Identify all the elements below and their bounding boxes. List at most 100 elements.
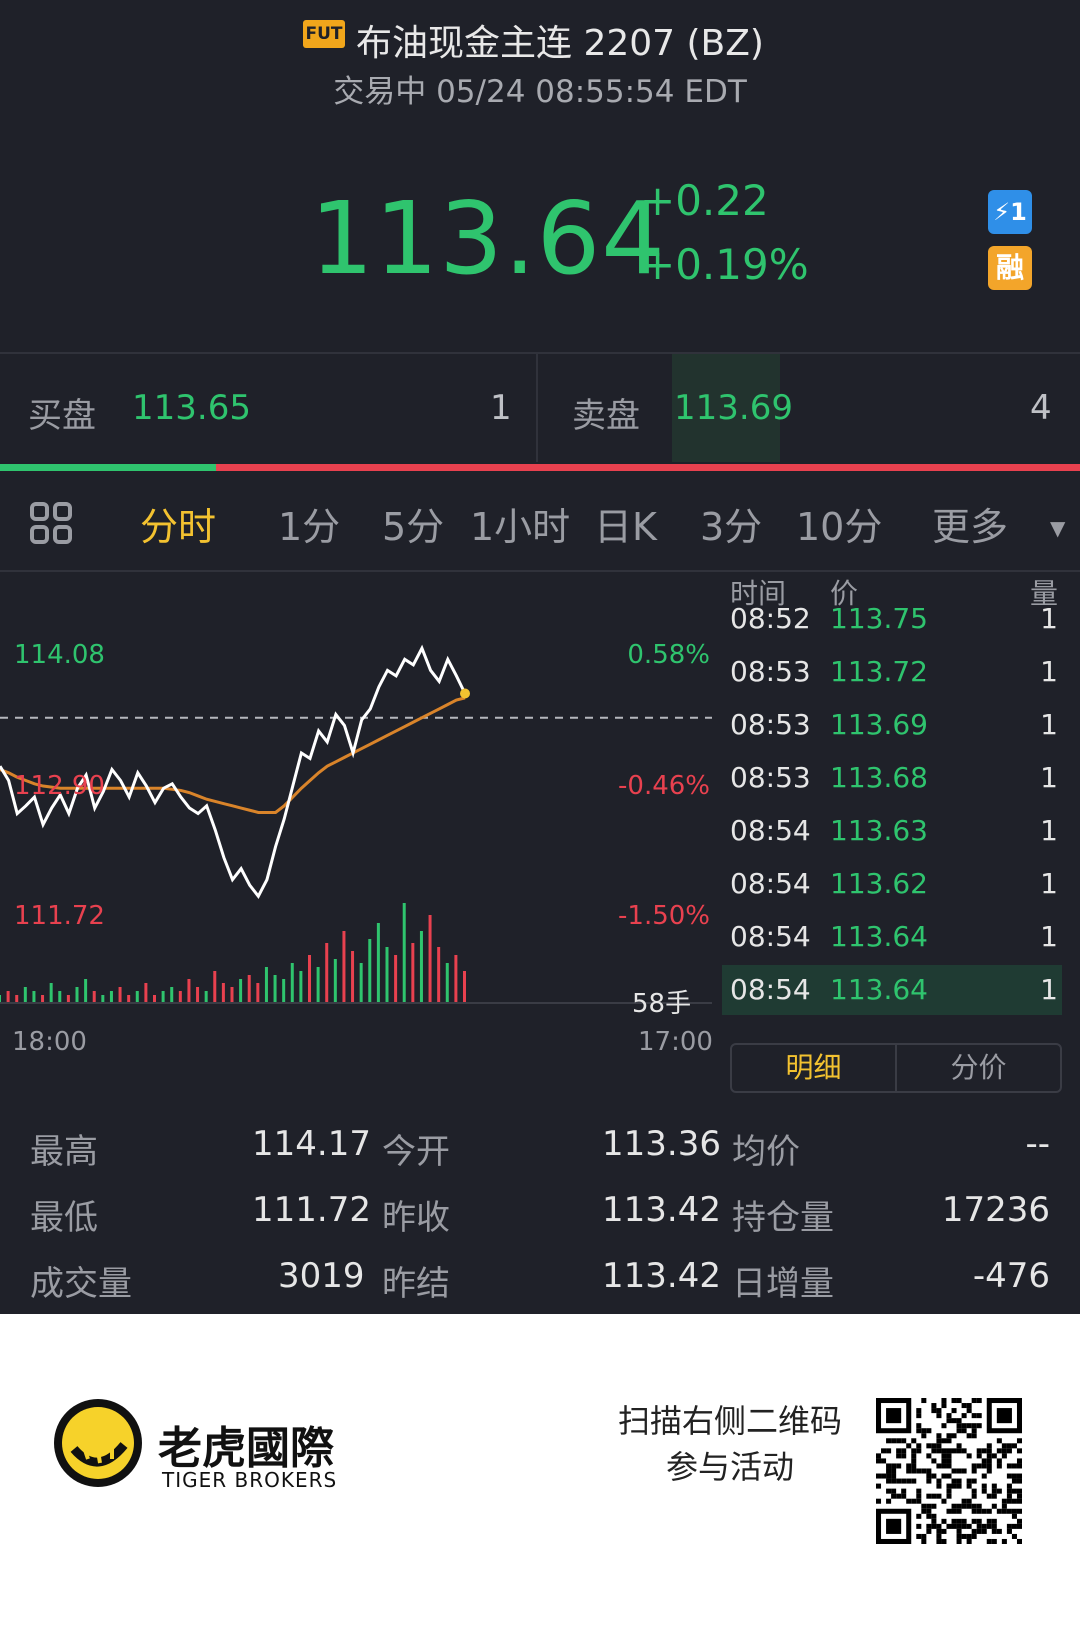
x-label-start: 18:00 bbox=[12, 1027, 87, 1057]
promo-line-2: 参与活动 bbox=[665, 1448, 794, 1486]
tab-3min[interactable]: 3分 bbox=[700, 496, 762, 551]
trade-time: 08:54 bbox=[730, 814, 811, 847]
volume-bar bbox=[454, 955, 458, 1003]
volume-bar bbox=[49, 983, 53, 1003]
volume-bar bbox=[333, 959, 337, 1003]
price-change: +0.22 bbox=[640, 176, 769, 225]
qr-code-icon[interactable] bbox=[876, 1398, 1022, 1544]
volume-bar bbox=[299, 971, 303, 1003]
volume-bar bbox=[109, 991, 113, 1003]
trade-row: 08:53 113.69 1 bbox=[722, 700, 1062, 750]
volume-bar bbox=[118, 987, 122, 1003]
volume-bar bbox=[325, 943, 329, 1003]
tab-10min[interactable]: 10分 bbox=[796, 496, 882, 551]
promo-line-1: 扫描右侧二维码 bbox=[617, 1402, 842, 1440]
divider bbox=[0, 352, 1080, 354]
segment-detail[interactable]: 明细 bbox=[732, 1045, 897, 1091]
pct-label-high: 0.58% bbox=[627, 640, 710, 670]
volume-bar bbox=[359, 963, 363, 1003]
x-label-end: 17:00 bbox=[638, 1027, 713, 1057]
ask-size: 4 bbox=[1030, 388, 1052, 428]
volume-bar bbox=[187, 979, 191, 1003]
stat-prev-close: 113.42 bbox=[602, 1190, 721, 1230]
stat-high-label: 最高 bbox=[30, 1132, 98, 1172]
volume-bar bbox=[153, 995, 156, 1003]
volume-bar bbox=[402, 903, 406, 1003]
volume-bar bbox=[273, 975, 277, 1003]
bid-label: 买盘 bbox=[28, 396, 96, 436]
volume-bar bbox=[247, 975, 251, 1003]
volume-bar bbox=[221, 983, 225, 1003]
tab-1min[interactable]: 1分 bbox=[278, 496, 340, 551]
trade-row: 08:54 113.63 1 bbox=[722, 806, 1062, 856]
trade-row: 08:54 113.64 1 bbox=[722, 965, 1062, 1015]
trade-time: 08:53 bbox=[730, 655, 811, 688]
trade-row: 08:54 113.62 1 bbox=[722, 859, 1062, 909]
futures-badge: FUT bbox=[303, 20, 345, 48]
volume-bar bbox=[144, 983, 148, 1003]
trade-price: 113.69 bbox=[830, 708, 928, 741]
volume-bar bbox=[411, 943, 415, 1003]
volume-bar bbox=[239, 979, 243, 1003]
volume-bar bbox=[437, 947, 441, 1003]
volume-bar bbox=[213, 971, 217, 1003]
tab-intraday[interactable]: 分时 bbox=[140, 496, 216, 551]
trade-volume: 1 bbox=[1040, 973, 1058, 1006]
volume-bar bbox=[84, 979, 88, 1003]
dropdown-arrow-icon[interactable]: ▼ bbox=[1050, 516, 1065, 540]
volume-bar bbox=[135, 991, 139, 1003]
trade-volume: 1 bbox=[1040, 867, 1058, 900]
volume-bar bbox=[351, 951, 355, 1003]
volume-bar bbox=[256, 983, 260, 1003]
volume-bar bbox=[368, 939, 372, 1003]
trade-volume: 1 bbox=[1040, 814, 1058, 847]
bid-price[interactable]: 113.65 bbox=[132, 388, 251, 428]
stat-oi-label: 持仓量 bbox=[732, 1198, 834, 1238]
volume-bar bbox=[316, 967, 320, 1003]
volume-bar bbox=[6, 991, 10, 1003]
segment-price-dist[interactable]: 分价 bbox=[897, 1045, 1060, 1091]
tab-1hour[interactable]: 1小时 bbox=[470, 496, 570, 551]
trade-time: 08:53 bbox=[730, 708, 811, 741]
volume-bar bbox=[101, 995, 105, 1003]
volume-bar bbox=[75, 987, 79, 1003]
stat-volume: 3019 bbox=[278, 1256, 365, 1296]
volume-bar bbox=[58, 991, 62, 1003]
stat-prev-settle: 113.42 bbox=[602, 1256, 721, 1296]
volume-bar bbox=[445, 963, 449, 1003]
ask-price[interactable]: 113.69 bbox=[674, 388, 793, 428]
pct-label-low: -1.50% bbox=[618, 901, 710, 931]
stat-open: 113.36 bbox=[602, 1124, 721, 1164]
volume-bar bbox=[204, 991, 208, 1003]
tab-5min[interactable]: 5分 bbox=[382, 496, 444, 551]
last-price: 113.64 bbox=[310, 180, 666, 297]
trade-price: 113.62 bbox=[830, 867, 928, 900]
flash-order-icon[interactable]: ⚡1 bbox=[988, 190, 1032, 234]
layout-grid-icon[interactable] bbox=[30, 502, 72, 548]
tiger-logo-icon bbox=[54, 1399, 142, 1487]
trade-view-segment: 明细 分价 bbox=[730, 1043, 1062, 1093]
intraday-chart[interactable]: 114.08 112.90 111.72 0.58% -0.46% -1.50%… bbox=[0, 575, 715, 1057]
stat-avg-label: 均价 bbox=[732, 1132, 800, 1172]
y-label-low: 111.72 bbox=[14, 901, 105, 931]
margin-icon[interactable]: 融 bbox=[988, 246, 1032, 290]
tab-daily-k[interactable]: 日K bbox=[594, 496, 657, 551]
trade-row: 08:52 113.75 1 bbox=[722, 594, 1062, 644]
tab-more[interactable]: 更多 bbox=[932, 496, 1008, 551]
trade-row: 08:53 113.68 1 bbox=[722, 753, 1062, 803]
pct-label-mid: -0.46% bbox=[618, 771, 710, 801]
chart-period-tabs: 分时 1分 5分 1小时 日K 3分 10分 更多 ▼ bbox=[0, 476, 1080, 566]
trade-volume: 1 bbox=[1040, 708, 1058, 741]
trade-time: 08:52 bbox=[730, 602, 811, 635]
volume-bar bbox=[419, 931, 423, 1003]
volume-bar bbox=[385, 947, 389, 1003]
volume-bar bbox=[15, 995, 19, 1003]
app-screen: FUT 布油现金主连 2207 (BZ) 交易中 05/24 08:55:54 … bbox=[0, 0, 1080, 1314]
trade-time: 08:54 bbox=[730, 973, 811, 1006]
trade-time: 08:53 bbox=[730, 761, 811, 794]
intraday-chart-svg bbox=[0, 644, 712, 1004]
trade-row: 08:54 113.64 1 bbox=[722, 912, 1062, 962]
divider bbox=[0, 570, 1080, 572]
stat-low: 111.72 bbox=[252, 1190, 371, 1230]
stat-oi: 17236 bbox=[941, 1190, 1050, 1230]
